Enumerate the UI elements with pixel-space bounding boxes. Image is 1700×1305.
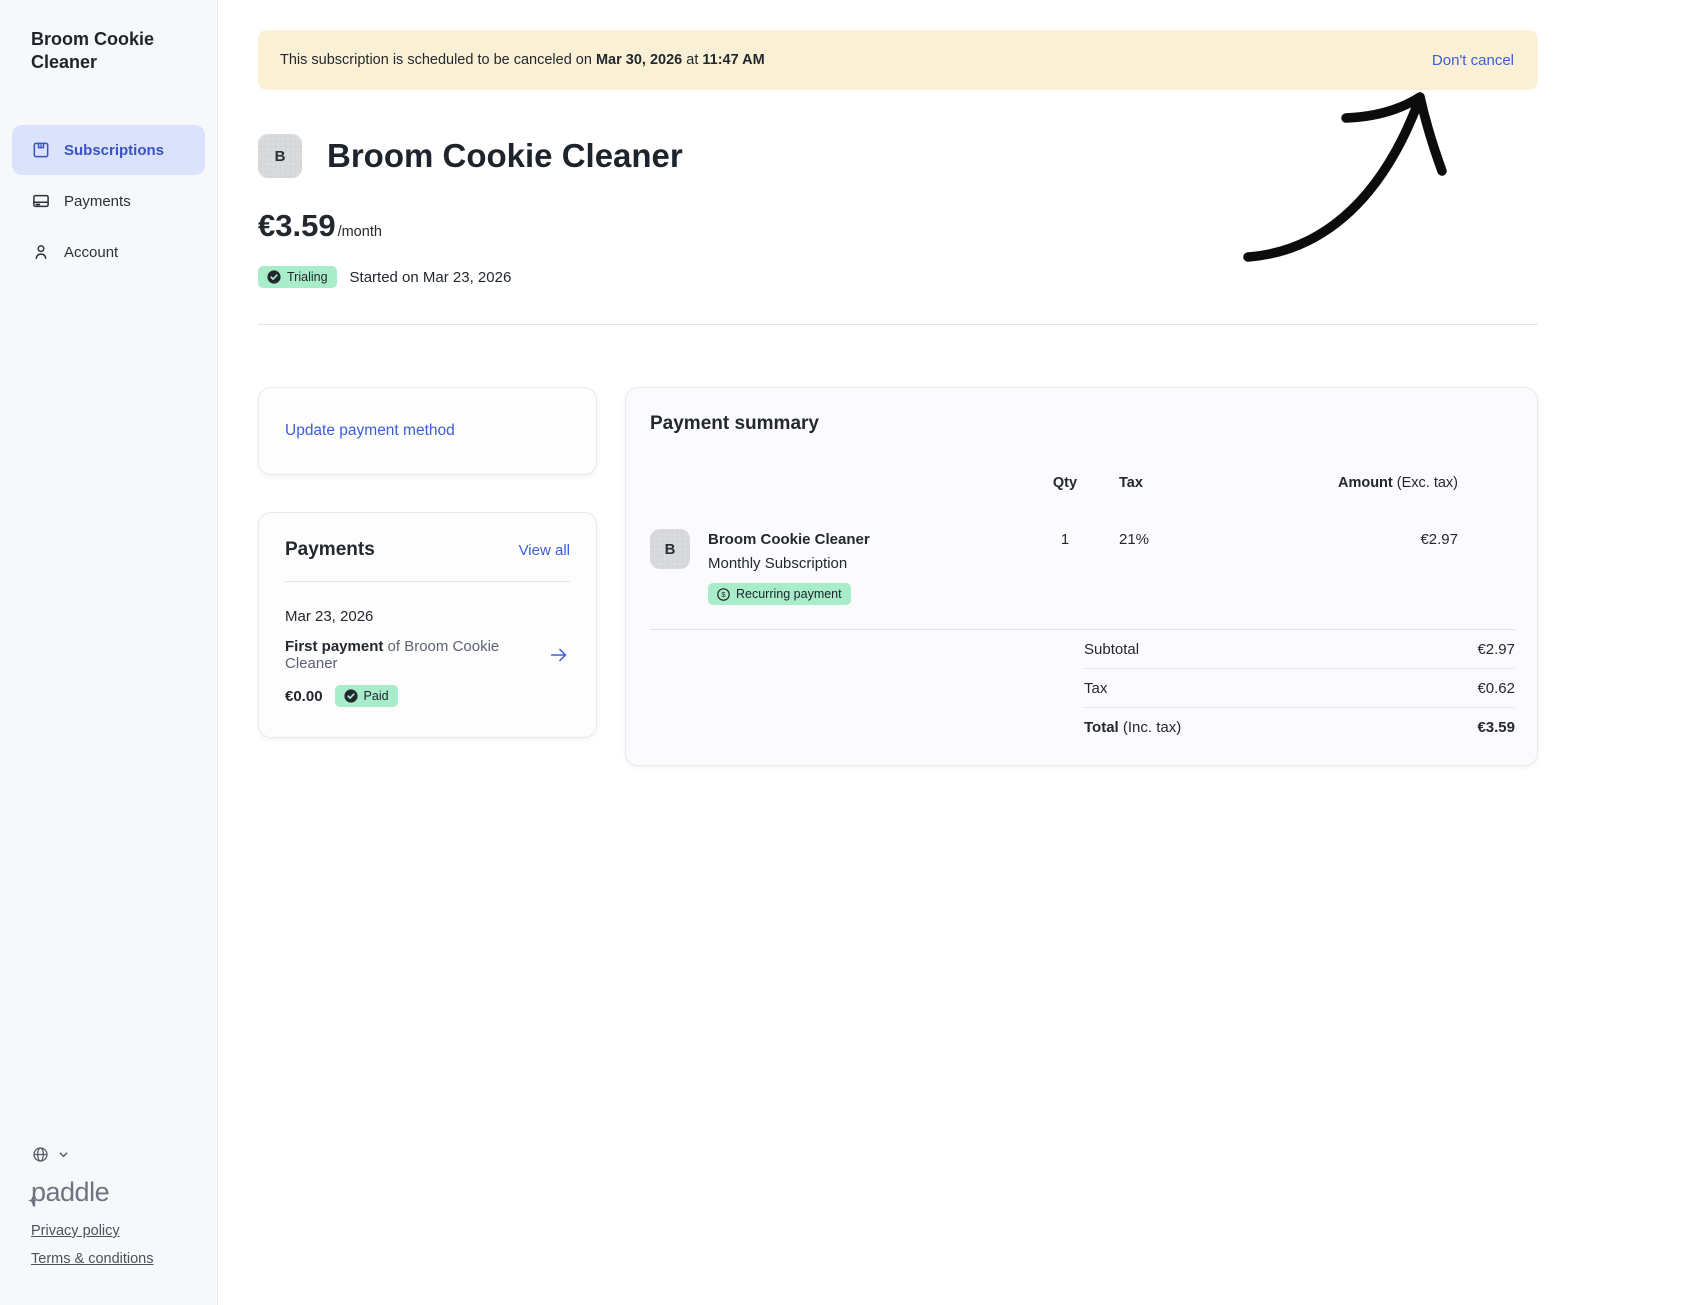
package-icon <box>31 140 51 160</box>
sidebar-item-account[interactable]: Account <box>12 227 205 277</box>
subscription-price: €3.59 <box>258 208 336 244</box>
tax-label: Tax <box>1084 680 1107 697</box>
sidebar-item-payments[interactable]: Payments <box>12 176 205 226</box>
product-avatar: B <box>258 134 302 178</box>
col-header-amount-rest: (Exc. tax) <box>1393 475 1458 491</box>
summary-line-item: B Broom Cookie Cleaner Monthly Subscript… <box>650 529 1515 605</box>
total-label-bold: Total <box>1084 719 1119 736</box>
line-item-tax: 21% <box>1095 529 1275 548</box>
dollar-circle-icon: $ <box>717 588 730 601</box>
merchant-title: Broom Cookie Cleaner <box>0 28 217 73</box>
total-label: Total (Inc. tax) <box>1084 719 1181 736</box>
paddle-logo: paddle <box>31 1177 109 1208</box>
price-row: €3.59 /month <box>258 208 1538 244</box>
billing-interval: /month <box>338 224 382 240</box>
tax-row: Tax €0.62 <box>1084 669 1515 708</box>
payments-card-title: Payments <box>285 539 375 561</box>
page-title: Broom Cookie Cleaner <box>327 137 683 175</box>
status-row: Trialing Started on Mar 23, 2026 <box>258 266 1538 288</box>
privacy-policy-link[interactable]: Privacy policy <box>31 1223 217 1239</box>
banner-text-prefix: This subscription is scheduled to be can… <box>280 52 596 68</box>
payment-summary-title: Payment summary <box>650 413 1515 435</box>
payment-entry-date: Mar 23, 2026 <box>285 608 570 625</box>
cancellation-banner-text: This subscription is scheduled to be can… <box>280 52 765 68</box>
check-circle-icon <box>267 270 281 284</box>
subtotal-row: Subtotal €2.97 <box>1084 630 1515 669</box>
language-selector[interactable] <box>31 1145 217 1164</box>
sidebar-item-label: Subscriptions <box>64 142 164 159</box>
recurring-payment-badge: $ Recurring payment <box>708 583 851 605</box>
status-badge-label: Trialing <box>287 270 328 284</box>
recurring-payment-badge-label: Recurring payment <box>736 587 842 601</box>
view-all-link[interactable]: View all <box>519 542 570 559</box>
total-value: €3.59 <box>1477 719 1515 736</box>
banner-text-mid: at <box>682 52 702 68</box>
main-content: This subscription is scheduled to be can… <box>218 0 1700 1305</box>
line-item-avatar: B <box>650 529 690 569</box>
update-payment-method-link[interactable]: Update payment method <box>285 422 455 440</box>
svg-text:$: $ <box>721 590 726 599</box>
credit-card-icon <box>31 191 51 211</box>
update-payment-card: Update payment method <box>258 387 597 475</box>
payment-entry-title-bold: First payment <box>285 638 383 655</box>
sidebar: Broom Cookie Cleaner Subscriptions <box>0 0 218 1305</box>
arrow-right-icon[interactable] <box>548 644 570 666</box>
col-header-tax: Tax <box>1095 475 1275 491</box>
banner-cancel-date: Mar 30, 2026 <box>596 52 682 68</box>
total-label-rest: (Inc. tax) <box>1119 719 1182 736</box>
sidebar-item-subscriptions[interactable]: Subscriptions <box>12 125 205 175</box>
summary-totals: Subtotal €2.97 Tax €0.62 Total (Inc. tax… <box>1084 630 1515 747</box>
sidebar-footer: paddle Privacy policy Terms & conditions <box>0 1145 217 1279</box>
started-on-text: Started on Mar 23, 2026 <box>350 269 512 286</box>
sidebar-nav: Subscriptions Payments <box>0 125 217 277</box>
payment-entry-row[interactable]: First payment of Broom Cookie Cleaner <box>285 638 570 672</box>
header-divider <box>258 324 1538 325</box>
subscription-header: B Broom Cookie Cleaner €3.59 /month Tria… <box>258 134 1538 325</box>
paddle-sparkle-icon <box>28 1196 37 1205</box>
paid-badge: Paid <box>335 685 398 707</box>
col-header-amount-bold: Amount <box>1338 475 1393 491</box>
payment-summary-card: Payment summary Qty Tax Amount (Exc. tax… <box>625 387 1538 766</box>
line-item-amount: €2.97 <box>1275 529 1515 548</box>
line-item-qty: 1 <box>1035 529 1095 548</box>
payments-card-divider <box>285 581 570 582</box>
summary-header-row: Qty Tax Amount (Exc. tax) <box>650 475 1515 491</box>
tax-value: €0.62 <box>1477 680 1515 697</box>
paddle-wordmark: paddle <box>31 1177 109 1207</box>
line-item-description: Monthly Subscription <box>708 554 870 574</box>
status-badge: Trialing <box>258 266 337 288</box>
payment-entry-title: First payment of Broom Cookie Cleaner <box>285 638 548 672</box>
col-header-amount: Amount (Exc. tax) <box>1275 475 1515 491</box>
sidebar-item-label: Account <box>64 244 118 261</box>
subtotal-label: Subtotal <box>1084 641 1139 658</box>
subtotal-value: €2.97 <box>1477 641 1515 658</box>
payment-entry-amount-row: €0.00 Paid <box>285 685 570 707</box>
payment-entry-amount: €0.00 <box>285 688 323 705</box>
terms-conditions-link[interactable]: Terms & conditions <box>31 1251 217 1267</box>
cancellation-banner: This subscription is scheduled to be can… <box>258 30 1538 90</box>
col-header-qty: Qty <box>1035 475 1095 491</box>
check-circle-icon <box>344 689 358 703</box>
person-icon <box>31 242 51 262</box>
app-window: Broom Cookie Cleaner Subscriptions <box>0 0 1700 1305</box>
left-column: Update payment method Payments View all … <box>258 387 597 738</box>
payments-card: Payments View all Mar 23, 2026 First pay… <box>258 512 597 738</box>
globe-icon <box>31 1145 50 1164</box>
paid-badge-label: Paid <box>364 689 389 703</box>
dont-cancel-link[interactable]: Don't cancel <box>1432 52 1514 69</box>
banner-cancel-time: 11:47 AM <box>702 52 764 68</box>
total-row: Total (Inc. tax) €3.59 <box>1084 708 1515 747</box>
line-item-name: Broom Cookie Cleaner <box>708 529 870 550</box>
chevron-down-icon <box>58 1149 69 1160</box>
sidebar-item-label: Payments <box>64 193 131 210</box>
